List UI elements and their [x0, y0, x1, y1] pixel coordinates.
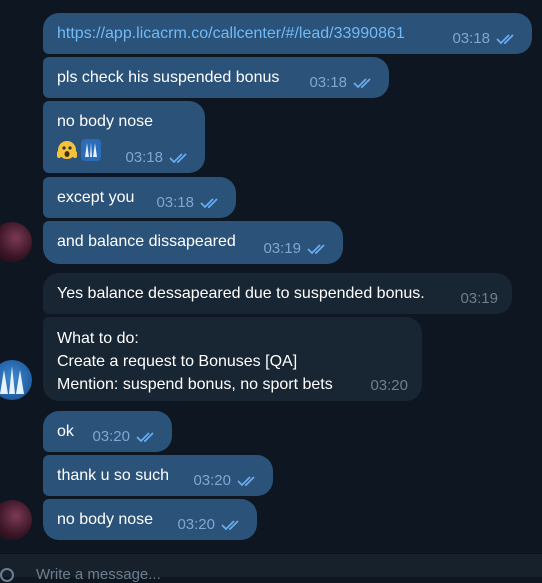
message-meta: 03:19	[263, 240, 329, 257]
double-check-icon	[353, 77, 371, 88]
message-meta: 03:18	[125, 149, 191, 166]
message-time: 03:20	[177, 516, 215, 533]
message-bubble-outgoing[interactable]: thank u so such 03:20	[43, 455, 273, 496]
message-meta: 03:18	[309, 74, 375, 91]
scream-emoji-icon	[57, 141, 77, 159]
message-bubble-outgoing[interactable]: https://app.licacrm.co/callcenter/#/lead…	[43, 13, 532, 54]
message-bubble-outgoing[interactable]: pls check his suspended bonus 03:18	[43, 57, 389, 98]
message-text: thank u so such	[57, 467, 170, 484]
double-check-icon	[200, 197, 218, 208]
message-time: 03:18	[125, 149, 163, 166]
double-check-icon	[169, 152, 187, 163]
message-composer[interactable]: Write a message...	[0, 553, 542, 583]
message-bubble-incoming[interactable]: Yes balance dessapeared due to suspended…	[43, 273, 512, 314]
message-bubble-outgoing[interactable]: and balance dissapeared 03:19	[43, 221, 343, 264]
message-time: 03:18	[452, 30, 490, 47]
message-text: no body nose	[57, 113, 154, 130]
message-bubble-outgoing[interactable]: no body nose 03:18	[43, 101, 205, 173]
message-time: 03:20	[92, 428, 130, 445]
message-bubble-outgoing[interactable]: except you 03:18	[43, 177, 236, 218]
attach-icon[interactable]	[0, 568, 14, 582]
message-meta: 03:18	[156, 194, 222, 211]
message-text: and balance dissapeared	[57, 233, 236, 250]
avatar-contact[interactable]	[0, 360, 32, 400]
double-check-icon	[221, 519, 239, 530]
message-meta: 03:19	[460, 290, 498, 307]
message-bubble-outgoing[interactable]: no body nose 03:20	[43, 499, 257, 540]
message-time: 03:19	[263, 240, 301, 257]
message-meta: 03:20	[193, 472, 259, 489]
message-time: 03:19	[460, 290, 498, 307]
custom-emoji-icon	[0, 366, 24, 394]
message-time: 03:20	[193, 472, 231, 489]
message-time: 03:18	[156, 194, 194, 211]
message-bubble-incoming[interactable]: What to do: Create a request to Bonuses …	[43, 317, 422, 401]
message-text: no body nose	[57, 511, 154, 528]
double-check-icon	[496, 33, 514, 44]
double-check-icon	[237, 475, 255, 486]
message-time: 03:20	[370, 377, 408, 394]
message-time: 03:18	[309, 74, 347, 91]
message-meta: 03:18	[452, 30, 518, 47]
custom-emoji-icon	[81, 139, 101, 161]
message-link[interactable]: https://app.licacrm.co/callcenter/#/lead…	[57, 25, 405, 42]
double-check-icon	[136, 431, 154, 442]
avatar-self[interactable]	[0, 500, 32, 540]
message-text: pls check his suspended bonus	[57, 69, 280, 86]
message-text: What to do: Create a request to Bonuses …	[57, 330, 333, 393]
message-meta: 03:20	[370, 377, 408, 394]
message-meta: 03:20	[177, 516, 243, 533]
avatar-self[interactable]	[0, 222, 32, 262]
double-check-icon	[307, 243, 325, 254]
message-bubble-outgoing[interactable]: ok 03:20	[43, 411, 172, 452]
message-text: except you	[57, 189, 135, 206]
message-text: ok	[57, 423, 74, 440]
message-meta: 03:20	[92, 428, 158, 445]
composer-placeholder: Write a message...	[36, 566, 161, 583]
message-text: Yes balance dessapeared due to suspended…	[57, 285, 425, 302]
